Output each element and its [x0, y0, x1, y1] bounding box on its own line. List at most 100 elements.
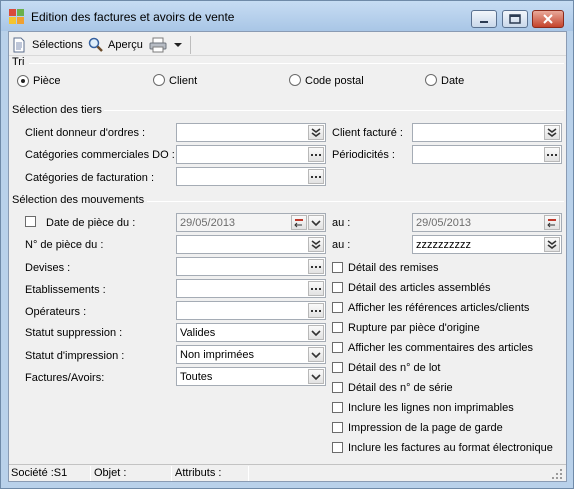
etablissements-field[interactable] [176, 279, 326, 298]
resize-grip-icon[interactable] [552, 469, 563, 480]
printer-icon [149, 37, 167, 53]
maximize-button[interactable] [502, 10, 528, 28]
date-from-value: 29/05/2013 [180, 217, 236, 229]
piece-to-label: au : [332, 239, 351, 251]
date-to-calendar-button[interactable] [544, 215, 560, 230]
statut-suppression-select[interactable]: Valides [176, 323, 326, 342]
client-facture-dropdown-button[interactable] [544, 125, 560, 140]
sort-client-radio[interactable] [153, 74, 165, 86]
magnifier-icon [88, 37, 103, 52]
statut-impression-dropdown-button[interactable] [308, 347, 324, 362]
toolbar-bottom-border [9, 55, 566, 56]
option-checkbox-format-electronique[interactable] [332, 442, 343, 453]
preview-button[interactable]: Aperçu [88, 36, 143, 54]
option-checkbox-lignes-non-imprimables[interactable] [332, 402, 343, 413]
categories-facturation-browse-button[interactable] [308, 169, 324, 184]
option-label-lot: Détail des n° de lot [348, 362, 441, 374]
status-separator [171, 466, 172, 481]
client-facture-label: Client facturé : [332, 127, 403, 139]
client-donneur-label: Client donneur d'ordres : [25, 127, 146, 139]
statut-impression-select[interactable]: Non imprimées [176, 345, 326, 364]
statut-impression-label: Statut d'impression : [25, 350, 125, 362]
option-checkbox-commentaires[interactable] [332, 342, 343, 353]
client-donneur-field[interactable] [176, 123, 326, 142]
option-checkbox-articles-assembles[interactable] [332, 282, 343, 293]
sort-client-label: Client [169, 75, 198, 87]
app-icon [9, 9, 25, 25]
option-checkbox-rupture-piece[interactable] [332, 322, 343, 333]
periodicites-browse-button[interactable] [544, 147, 560, 162]
option-label-serie: Détail des n° de série [348, 382, 453, 394]
etablissements-browse-button[interactable] [308, 281, 324, 296]
option-label-lignes-non-imprimables: Inclure les lignes non imprimables [348, 402, 514, 414]
categories-commerciales-label: Catégories commerciales DO : [25, 149, 175, 161]
tri-group-line [29, 63, 564, 64]
status-attributs: Attributs : [175, 467, 222, 479]
periodicites-field[interactable] [412, 145, 562, 164]
date-to-field[interactable]: 29/05/2013 [412, 213, 562, 232]
date-to-label: au : [332, 217, 351, 229]
status-separator [90, 466, 91, 481]
chevron-down-icon [311, 219, 321, 226]
factures-avoirs-select[interactable]: Toutes [176, 367, 326, 386]
chevron-down-icon [311, 373, 321, 380]
tiers-heading: Sélection des tiers [12, 104, 102, 116]
devises-field[interactable] [176, 257, 326, 276]
minimize-icon [480, 21, 488, 23]
option-checkbox-lot[interactable] [332, 362, 343, 373]
option-label-remises: Détail des remises [348, 262, 439, 274]
double-chevron-down-icon [547, 127, 557, 137]
statut-impression-value: Non imprimées [180, 349, 254, 361]
calendar-reset-icon [294, 218, 303, 227]
piece-from-field[interactable] [176, 235, 326, 254]
ellipsis-icon [311, 287, 321, 290]
piece-to-value: zzzzzzzzzz [416, 239, 471, 251]
document-icon [13, 37, 25, 53]
option-checkbox-references-articles[interactable] [332, 302, 343, 313]
close-button[interactable] [532, 10, 564, 28]
tiers-group-line [104, 110, 564, 111]
print-button[interactable] [149, 36, 167, 54]
selections-button[interactable]: Sélections [12, 36, 83, 54]
client-facture-field[interactable] [412, 123, 562, 142]
date-filter-checkbox[interactable] [25, 216, 36, 227]
piece-to-field[interactable]: zzzzzzzzzz [412, 235, 562, 254]
operateurs-label: Opérateurs : [25, 306, 87, 318]
piece-from-dropdown-button[interactable] [308, 237, 324, 252]
periodicites-label: Périodicités : [332, 149, 395, 161]
operateurs-browse-button[interactable] [308, 303, 324, 318]
categories-commerciales-field[interactable] [176, 145, 326, 164]
toolbar-separator [190, 36, 191, 54]
print-dropdown-button[interactable] [173, 36, 183, 54]
date-from-calendar-button[interactable] [291, 215, 307, 230]
application-window: Edition des factures et avoirs de vente … [0, 0, 574, 489]
option-label-references-articles: Afficher les références articles/clients [348, 302, 530, 314]
operateurs-field[interactable] [176, 301, 326, 320]
devises-label: Devises : [25, 262, 71, 274]
close-icon [543, 14, 553, 24]
sort-piece-radio[interactable] [17, 75, 29, 87]
minimize-button[interactable] [471, 10, 497, 28]
client-donneur-dropdown-button[interactable] [308, 125, 324, 140]
piece-to-dropdown-button[interactable] [544, 237, 560, 252]
status-bar: Société :S1 Objet : Attributs : [9, 464, 566, 481]
title-bar[interactable]: Edition des factures et avoirs de vente [1, 1, 573, 31]
date-from-dropdown-button[interactable] [308, 215, 324, 230]
categories-facturation-field[interactable] [176, 167, 326, 186]
statut-suppression-dropdown-button[interactable] [308, 325, 324, 340]
double-chevron-down-icon [311, 239, 321, 249]
option-label-commentaires: Afficher les commentaires des articles [348, 342, 534, 354]
factures-avoirs-dropdown-button[interactable] [308, 369, 324, 384]
sort-piece-label: Pièce [33, 75, 61, 87]
sort-date-radio[interactable] [425, 74, 437, 86]
option-checkbox-page-de-garde[interactable] [332, 422, 343, 433]
categories-commerciales-browse-button[interactable] [308, 147, 324, 162]
preview-label: Aperçu [108, 39, 143, 51]
devises-browse-button[interactable] [308, 259, 324, 274]
ellipsis-icon [547, 153, 557, 156]
date-to-value: 29/05/2013 [416, 217, 472, 229]
sort-postal-code-radio[interactable] [289, 74, 301, 86]
option-checkbox-remises[interactable] [332, 262, 343, 273]
option-checkbox-serie[interactable] [332, 382, 343, 393]
date-from-field[interactable]: 29/05/2013 [176, 213, 326, 232]
